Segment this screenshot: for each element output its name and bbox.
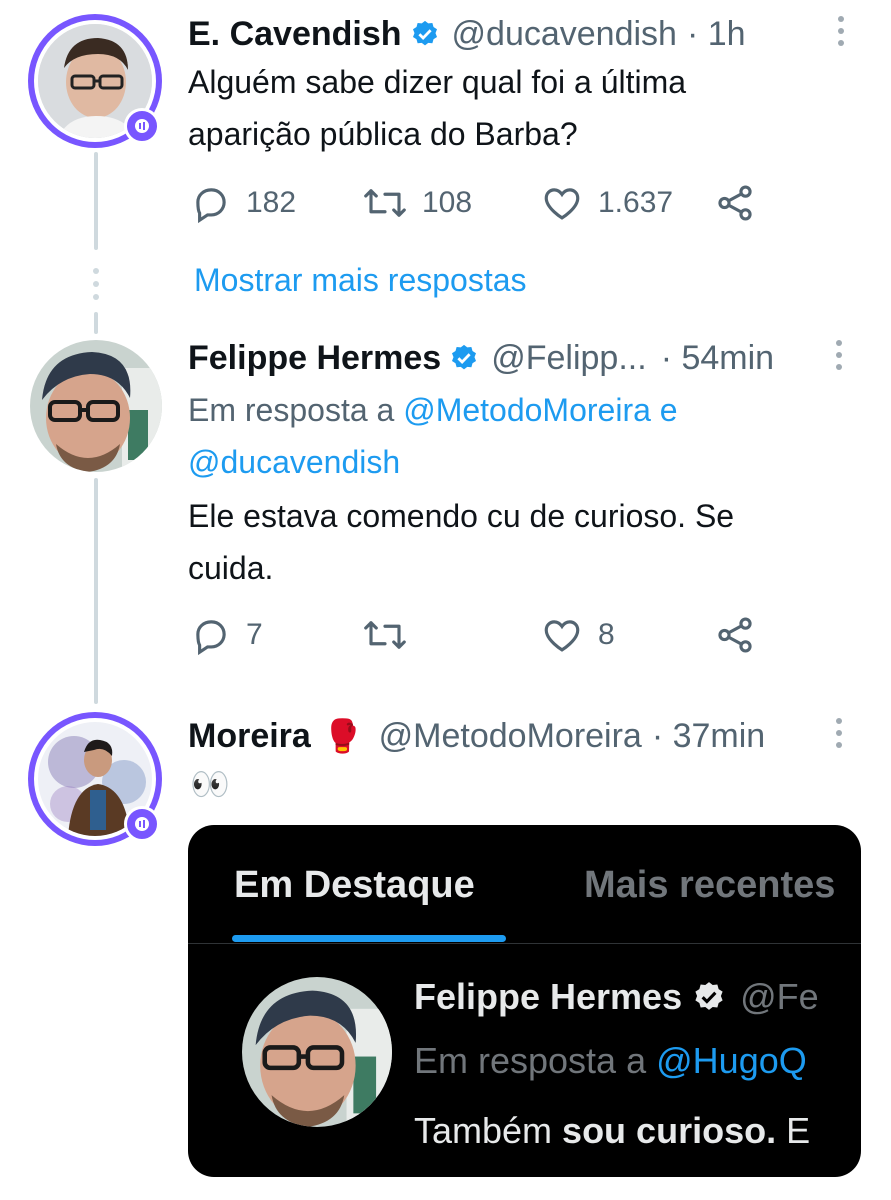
boxing-glove-emoji: 🥊 <box>322 718 363 754</box>
like-icon <box>544 620 580 652</box>
retweet-button[interactable]: 108 <box>362 182 472 224</box>
retweet-count: 108 <box>422 186 473 219</box>
avatar[interactable] <box>30 340 162 472</box>
thread-gap-dots <box>92 268 100 307</box>
share-icon <box>718 617 752 653</box>
tweet-header: Felippe Hermes @Felipp... · 54min <box>188 338 774 378</box>
tweet-header: Moreira 🥊 @MetodoMoreira · 37min <box>188 716 765 756</box>
attached-image[interactable]: Em Destaque Mais recentes Felippe Hermes <box>188 825 861 1177</box>
avatar <box>242 977 392 1127</box>
embed-reply-context: Em resposta a @HugoQ <box>414 1040 807 1081</box>
reply-button[interactable]: 7 <box>190 614 263 656</box>
like-count: 1.637 <box>598 186 674 219</box>
thread-line <box>94 152 98 250</box>
embed-tweet-text: Também sou curioso. E <box>414 1110 811 1151</box>
author-handle[interactable]: @ducavendish <box>452 14 677 54</box>
share-button[interactable] <box>714 182 756 224</box>
thread-line <box>94 312 98 334</box>
author-handle[interactable]: @Felipp... <box>491 338 646 378</box>
share-button[interactable] <box>714 614 756 656</box>
reply-icon <box>196 188 226 224</box>
reply-button[interactable]: 182 <box>190 182 296 224</box>
more-icon[interactable] <box>836 340 846 376</box>
share-icon <box>718 185 752 221</box>
mention-link[interactable]: @ducavendish <box>188 444 400 480</box>
reply-count: 7 <box>246 618 263 651</box>
verified-icon <box>452 344 477 370</box>
tweet-text: Ele estava comendo cu de curioso. Se cui… <box>188 498 735 586</box>
tweet-time[interactable]: · 1h <box>687 14 746 54</box>
active-tab-indicator <box>232 935 506 942</box>
more-icon[interactable] <box>836 718 846 754</box>
reply-prefix: Em resposta a <box>188 392 395 428</box>
avatar[interactable] <box>28 14 162 148</box>
tab-mais-recentes[interactable]: Mais recentes <box>584 863 835 907</box>
author-name[interactable]: E. Cavendish <box>188 14 402 54</box>
embed-author-name: Felippe Hermes <box>414 976 683 1017</box>
tweet-time[interactable]: · 54min <box>661 338 774 378</box>
verified-icon <box>412 20 437 46</box>
tweet-header: E. Cavendish @ducavendish · 1h <box>188 14 746 54</box>
author-name[interactable]: Felippe Hermes <box>188 338 441 378</box>
reply-count: 182 <box>246 186 297 219</box>
tweet-text: 👀 <box>190 766 230 802</box>
avatar[interactable] <box>28 712 162 846</box>
tweet-text: Alguém sabe dizer qual foi a última apar… <box>188 64 687 152</box>
more-icon[interactable] <box>838 16 848 52</box>
reply-context: Em resposta a @MetodoMoreira e @ducavend… <box>188 384 678 488</box>
retweet-icon <box>364 621 406 649</box>
retweet-icon <box>364 189 406 217</box>
author-name[interactable]: Moreira <box>188 716 311 756</box>
like-icon <box>544 188 580 220</box>
retweet-button[interactable] <box>362 614 408 656</box>
tab-em-destaque[interactable]: Em Destaque <box>234 863 475 907</box>
reply-icon <box>196 620 226 656</box>
embed-tweet-header: Felippe Hermes @Fe <box>414 975 819 1019</box>
space-badge-icon <box>124 806 160 842</box>
space-badge-icon <box>124 108 160 144</box>
verified-icon <box>695 982 723 1010</box>
mention-link[interactable]: @MetodoMoreira e <box>403 392 677 428</box>
thread-line <box>94 478 98 704</box>
show-more-replies-link[interactable]: Mostrar mais respostas <box>194 260 527 300</box>
like-button[interactable]: 1.637 <box>540 182 673 224</box>
like-button[interactable]: 8 <box>540 614 615 656</box>
divider <box>188 943 861 944</box>
embed-author-handle: @Fe <box>740 976 819 1017</box>
like-count: 8 <box>598 618 615 651</box>
author-handle[interactable]: @MetodoMoreira <box>379 716 642 756</box>
tweet-time[interactable]: · 37min <box>652 716 765 756</box>
